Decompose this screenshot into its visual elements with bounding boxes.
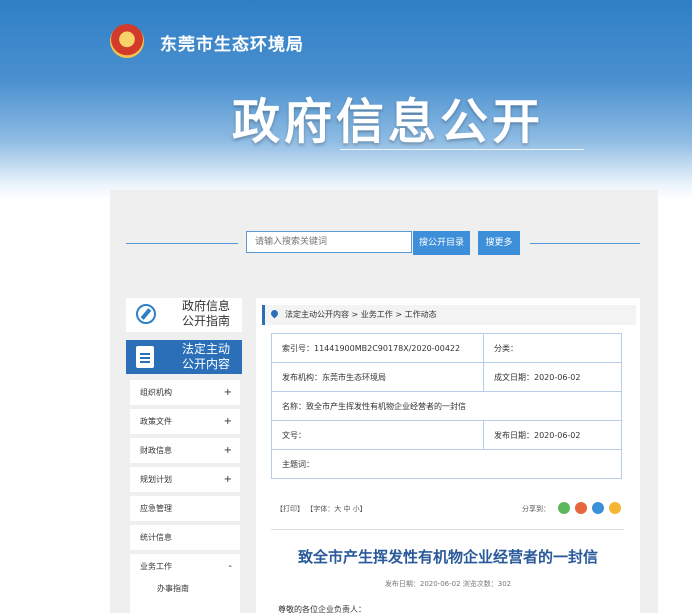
sidebar-active-content[interactable]: 法定主动 公开内容 (126, 340, 242, 374)
compass-icon (136, 304, 156, 324)
document-icon (136, 346, 154, 368)
info-table: 索引号：11441900MB2C90178X/2020-00422 分类： 发布… (271, 333, 622, 479)
wechat-icon[interactable] (558, 502, 570, 514)
sidebar-item-label: 应急管理 (140, 504, 172, 513)
expand-icon: + (223, 474, 232, 485)
category: 分类： (483, 333, 622, 363)
active-label-1: 法定主动 (182, 342, 231, 356)
expand-icon: + (223, 445, 232, 456)
publisher: 发布机构：东莞市生态环境局 (271, 362, 484, 392)
sidebar-item-emergency[interactable]: 应急管理 (130, 496, 240, 521)
qzone-icon[interactable] (609, 502, 621, 514)
created-date: 成文日期：2020-06-02 (483, 362, 622, 392)
sidebar-item-label: 组织机构 (140, 388, 172, 397)
weibo-icon[interactable] (575, 502, 587, 514)
article-meta: 发布日期：2020-06-02 浏览次数：302 (384, 580, 512, 588)
sidebar-item-org[interactable]: 组织机构 + (130, 380, 240, 405)
active-label-2: 公开内容 (182, 357, 231, 371)
sidebar-item-label: 政策文件 (140, 417, 172, 426)
sidebar-subitem-guide[interactable]: 办事指南 (157, 583, 189, 594)
search-right-line (530, 243, 640, 244)
sidebar-item-finance[interactable]: 财政信息 + (130, 438, 240, 463)
article-greeting: 尊敬的各位企业负责人： (278, 605, 366, 614)
expand-icon: + (223, 416, 232, 427)
doc-number: 文号： (271, 420, 484, 450)
breadcrumb-text[interactable]: 法定主动公开内容 > 业务工作 > 工作动态 (285, 305, 437, 325)
banner-divider (340, 149, 584, 150)
search-input[interactable] (246, 231, 412, 253)
published-date: 发布日期：2020-06-02 (483, 420, 622, 450)
doc-name: 名称：致全市产生挥发性有机物企业经营者的一封信 (271, 391, 622, 421)
article-tools: 【打印】 【字体：大 中 小】 (276, 504, 367, 514)
subject-words: 主题词： (271, 449, 622, 479)
search-more-button[interactable]: 搜更多 (478, 231, 520, 255)
sidebar-item-label: 规划计划 (140, 475, 172, 484)
banner-title: 政府信息公开 (232, 94, 545, 150)
org-name: 东莞市生态环境局 (160, 35, 304, 55)
sidebar-item-policy[interactable]: 政策文件 + (130, 409, 240, 434)
sidebar-item-business[interactable]: 业务工作 - (130, 554, 240, 579)
location-pin-icon (269, 308, 280, 319)
search-left-line (126, 243, 238, 244)
national-emblem-icon (110, 24, 144, 58)
sidebar-item-plan[interactable]: 规划计划 + (130, 467, 240, 492)
qq-icon[interactable] (592, 502, 604, 514)
print-button[interactable]: 【打印】 (276, 505, 304, 513)
sidebar-item-label: 统计信息 (140, 533, 172, 542)
divider (271, 529, 624, 530)
expand-icon: + (223, 387, 232, 398)
article-title: 致全市产生挥发性有机物企业经营者的一封信 (297, 548, 598, 566)
sidebar-guide[interactable]: 政府信息 公开指南 (126, 298, 242, 332)
guide-label-1: 政府信息 (182, 299, 231, 313)
sidebar-item-label: 业务工作 (140, 562, 172, 571)
share-label: 分享到： (522, 505, 550, 513)
search-catalog-button[interactable]: 搜公开目录 (413, 231, 470, 255)
breadcrumb: 法定主动公开内容 > 业务工作 > 工作动态 (262, 305, 636, 325)
index-number: 索引号：11441900MB2C90178X/2020-00422 (271, 333, 484, 363)
guide-label-2: 公开指南 (182, 314, 231, 328)
font-size-control[interactable]: 【字体：大 中 小】 (306, 505, 366, 513)
sidebar-item-stats[interactable]: 统计信息 (130, 525, 240, 550)
sidebar-item-label: 财政信息 (140, 446, 172, 455)
collapse-icon: - (228, 561, 232, 572)
